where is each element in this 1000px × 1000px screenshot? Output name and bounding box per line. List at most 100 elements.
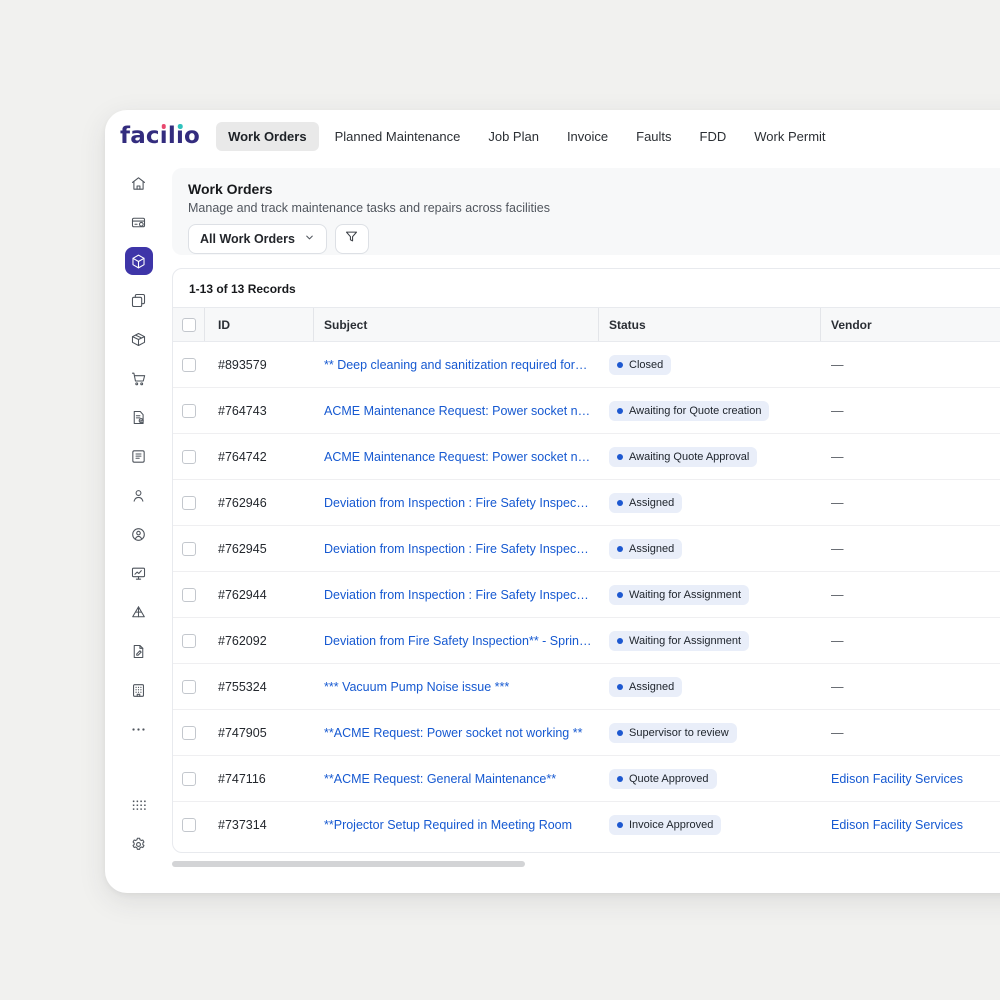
sidebar-item-cube[interactable] bbox=[125, 247, 153, 275]
table-row[interactable]: #747116**ACME Request: General Maintenan… bbox=[173, 756, 1000, 802]
table-row[interactable]: #762946 Deviation from Inspection : Fire … bbox=[173, 480, 1000, 526]
table-row[interactable]: #764743 ACME Maintenance Request: Power s… bbox=[173, 388, 1000, 434]
row-select-cell bbox=[173, 680, 205, 694]
row-checkbox[interactable] bbox=[182, 634, 196, 648]
row-checkbox[interactable] bbox=[182, 818, 196, 832]
facilio-logo[interactable]: facılıo bbox=[120, 123, 200, 149]
monitor-chart-icon bbox=[130, 565, 147, 582]
work-order-subject-link[interactable]: Deviation from Fire Safety Inspection** … bbox=[324, 634, 591, 648]
status-dot-icon bbox=[617, 454, 623, 460]
tab-planned-maintenance[interactable]: Planned Maintenance bbox=[323, 122, 473, 151]
status-badge: Awaiting for Quote creation bbox=[609, 401, 769, 421]
sidebar-item-file-pen[interactable] bbox=[125, 637, 153, 665]
apps-grid-icon bbox=[130, 797, 147, 814]
row-checkbox[interactable] bbox=[182, 358, 196, 372]
vendor-empty: — bbox=[831, 450, 844, 464]
sidebar-item-home[interactable] bbox=[125, 169, 153, 197]
table-row[interactable]: #762945 Deviation from Inspection : Fire … bbox=[173, 526, 1000, 572]
vendor-link[interactable]: Edison Facility Services bbox=[831, 818, 963, 832]
status-cell: Waiting for Assignment bbox=[599, 585, 821, 605]
list-controls: All Work Orders bbox=[188, 224, 1000, 254]
sidebar-item-pos-terminal[interactable] bbox=[125, 208, 153, 236]
tab-work-permit[interactable]: Work Permit bbox=[742, 122, 837, 151]
horizontal-scrollbar bbox=[172, 861, 1000, 867]
row-checkbox[interactable] bbox=[182, 772, 196, 786]
sidebar-item-building-grid[interactable] bbox=[125, 676, 153, 704]
tab-work-orders[interactable]: Work Orders bbox=[216, 122, 319, 151]
tab-job-plan[interactable]: Job Plan bbox=[476, 122, 551, 151]
table-row[interactable]: #762092 Deviation from Fire Safety Inspec… bbox=[173, 618, 1000, 664]
row-select-cell bbox=[173, 634, 205, 648]
sidebar-item-more-ellipsis[interactable] bbox=[125, 715, 153, 743]
sidebar-item-user[interactable] bbox=[125, 481, 153, 509]
work-order-subject-link[interactable]: Deviation from Inspection : Fire Safety … bbox=[324, 588, 589, 602]
work-order-subject-link[interactable]: ACME Maintenance Request: Power socket n… bbox=[324, 404, 590, 418]
select-all-checkbox[interactable] bbox=[182, 318, 196, 332]
tab-invoice[interactable]: Invoice bbox=[555, 122, 620, 151]
sidebar-item-cart[interactable] bbox=[125, 364, 153, 392]
row-checkbox[interactable] bbox=[182, 588, 196, 602]
top-navigation: facılıo Work OrdersPlanned MaintenanceJo… bbox=[105, 110, 1000, 162]
status-cell: Awaiting Quote Approval bbox=[599, 447, 821, 467]
table-row[interactable]: #755324*** Vacuum Pump Noise issue ***As… bbox=[173, 664, 1000, 710]
table-row[interactable]: #893579** Deep cleaning and sanitization… bbox=[173, 342, 1000, 388]
sidebar-item-package[interactable] bbox=[125, 325, 153, 353]
filter-button[interactable] bbox=[335, 224, 369, 254]
status-badge: Invoice Approved bbox=[609, 815, 721, 835]
row-checkbox[interactable] bbox=[182, 542, 196, 556]
sidebar-item-document-check[interactable] bbox=[125, 403, 153, 431]
vendor-link[interactable]: Edison Facility Services bbox=[831, 772, 963, 786]
row-select-cell bbox=[173, 542, 205, 556]
work-order-subject-link[interactable]: *** Vacuum Pump Noise issue *** bbox=[324, 680, 509, 694]
sidebar-item-document-frame[interactable] bbox=[125, 442, 153, 470]
status-dot-icon bbox=[617, 730, 623, 736]
work-order-subject-link[interactable]: **Projector Setup Required in Meeting Ro… bbox=[324, 818, 572, 832]
sidebar-item-apps-grid[interactable] bbox=[125, 791, 153, 819]
file-pen-icon bbox=[130, 643, 147, 660]
status-badge: Quote Approved bbox=[609, 769, 717, 789]
sidebar-item-cards[interactable] bbox=[125, 286, 153, 314]
status-dot-icon bbox=[617, 408, 623, 414]
row-checkbox[interactable] bbox=[182, 450, 196, 464]
sidebar-item-settings-gear[interactable] bbox=[125, 830, 153, 858]
row-checkbox[interactable] bbox=[182, 726, 196, 740]
vendor-empty: — bbox=[831, 634, 844, 648]
select-all-cell bbox=[173, 308, 205, 341]
status-cell: Assigned bbox=[599, 677, 821, 697]
table-row[interactable]: #764742ACME Maintenance Request: Power s… bbox=[173, 434, 1000, 480]
horizontal-scrollbar-thumb[interactable] bbox=[172, 861, 525, 867]
work-order-id: #764743 bbox=[205, 404, 314, 418]
tab-fdd[interactable]: FDD bbox=[688, 122, 739, 151]
work-order-id: #762944 bbox=[205, 588, 314, 602]
row-checkbox[interactable] bbox=[182, 404, 196, 418]
work-order-subject-link[interactable]: **ACME Request: Power socket not working… bbox=[324, 726, 582, 740]
work-order-subject-link[interactable]: **ACME Request: General Maintenance** bbox=[324, 772, 556, 786]
sidebar-item-monitor-chart[interactable] bbox=[125, 559, 153, 587]
cards-icon bbox=[130, 292, 147, 309]
table-row[interactable]: #762944 Deviation from Inspection : Fire … bbox=[173, 572, 1000, 618]
work-order-id: #762945 bbox=[205, 542, 314, 556]
row-select-cell bbox=[173, 496, 205, 510]
work-order-id: #762092 bbox=[205, 634, 314, 648]
work-order-subject-link[interactable]: Deviation from Inspection : Fire Safety … bbox=[324, 542, 589, 556]
work-order-id: #762946 bbox=[205, 496, 314, 510]
row-checkbox[interactable] bbox=[182, 680, 196, 694]
tab-faults[interactable]: Faults bbox=[624, 122, 683, 151]
work-order-id: #747905 bbox=[205, 726, 314, 740]
sidebar-item-user-globe[interactable] bbox=[125, 520, 153, 548]
building-grid-icon bbox=[130, 682, 147, 699]
row-checkbox[interactable] bbox=[182, 496, 196, 510]
logo-text: fac bbox=[120, 123, 160, 149]
status-dot-icon bbox=[617, 776, 623, 782]
view-selector-dropdown[interactable]: All Work Orders bbox=[188, 224, 327, 254]
vendor-empty: — bbox=[831, 358, 844, 372]
sidebar-item-pyramid[interactable] bbox=[125, 598, 153, 626]
table-row[interactable]: #737314**Projector Setup Required in Mee… bbox=[173, 802, 1000, 848]
table-row[interactable]: #747905 **ACME Request: Power socket not … bbox=[173, 710, 1000, 756]
home-icon bbox=[130, 175, 147, 192]
column-header-status: Status bbox=[599, 308, 821, 341]
work-order-subject-link[interactable]: ** Deep cleaning and sanitization requir… bbox=[324, 358, 587, 372]
work-order-subject-link[interactable]: ACME Maintenance Request: Power socket n… bbox=[324, 450, 590, 464]
work-order-subject-link[interactable]: Deviation from Inspection : Fire Safety … bbox=[324, 496, 589, 510]
pyramid-icon bbox=[130, 604, 147, 621]
